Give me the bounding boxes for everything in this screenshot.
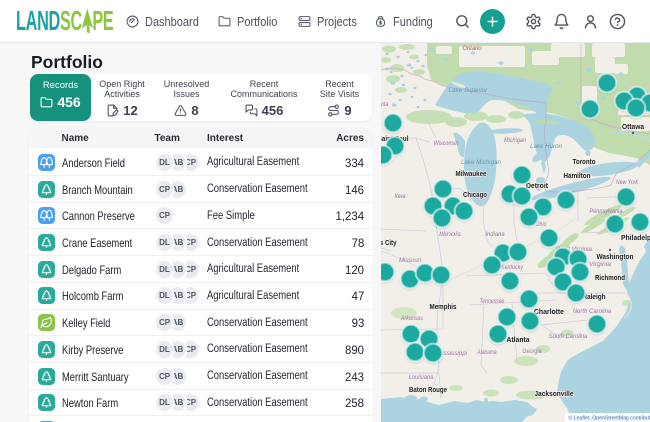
svg-text:Kansas City: Kansas City xyxy=(381,238,397,247)
svg-text:Chicago: Chicago xyxy=(463,190,487,199)
svg-text:Baton Rouge: Baton Rouge xyxy=(409,385,447,394)
svg-text:Lake Superior: Lake Superior xyxy=(449,87,488,94)
svg-text:Atlanta: Atlanta xyxy=(507,335,531,344)
svg-text:Richmond: Richmond xyxy=(595,273,625,282)
svg-text:Missouri: Missouri xyxy=(399,257,422,264)
svg-text:Charlotte: Charlotte xyxy=(534,307,564,316)
svg-text:Louisiana: Louisiana xyxy=(409,374,434,381)
svg-text:Lake Michigan: Lake Michigan xyxy=(461,159,501,166)
svg-text:South Carolina: South Carolina xyxy=(549,333,588,340)
svg-text:Detroit: Detroit xyxy=(526,181,548,190)
svg-text:Illinois: Illinois xyxy=(439,231,462,238)
svg-text:Arkansas: Arkansas xyxy=(400,315,424,322)
svg-text:New York: New York xyxy=(616,179,639,186)
svg-text:Memphis: Memphis xyxy=(430,302,457,311)
svg-text:Indiana: Indiana xyxy=(485,231,505,238)
svg-text:Jacksonville: Jacksonville xyxy=(535,389,574,398)
svg-text:Ontario: Ontario xyxy=(462,45,482,52)
svg-text:Hamilton: Hamilton xyxy=(564,171,591,180)
svg-text:Tennessee: Tennessee xyxy=(480,298,505,305)
svg-text:Washington: Washington xyxy=(597,252,634,261)
svg-text:Philadelphia: Philadelphia xyxy=(621,233,650,242)
svg-text:North Carolina: North Carolina xyxy=(573,308,612,315)
svg-text:Michigan: Michigan xyxy=(504,137,526,144)
svg-text:Toronto: Toronto xyxy=(573,157,596,166)
svg-text:Georgia: Georgia xyxy=(522,348,542,355)
svg-text:Milwaukee: Milwaukee xyxy=(456,169,487,178)
svg-text:Minnesota: Minnesota xyxy=(381,101,389,108)
svg-text:Lake Huron: Lake Huron xyxy=(530,143,563,150)
svg-text:Iowa: Iowa xyxy=(395,193,406,200)
svg-text:Virginia: Virginia xyxy=(589,261,612,268)
svg-text:Alabama: Alabama xyxy=(477,349,497,356)
svg-text:Wisconsin: Wisconsin xyxy=(434,140,459,147)
svg-text:Pennsylvania: Pennsylvania xyxy=(590,208,623,215)
svg-text:© Leaflet, OpenStreetMap contr: © Leaflet, OpenStreetMap contributors xyxy=(569,415,650,422)
svg-text:Ottawa: Ottawa xyxy=(622,122,645,131)
svg-text:Kentucky: Kentucky xyxy=(501,264,524,271)
